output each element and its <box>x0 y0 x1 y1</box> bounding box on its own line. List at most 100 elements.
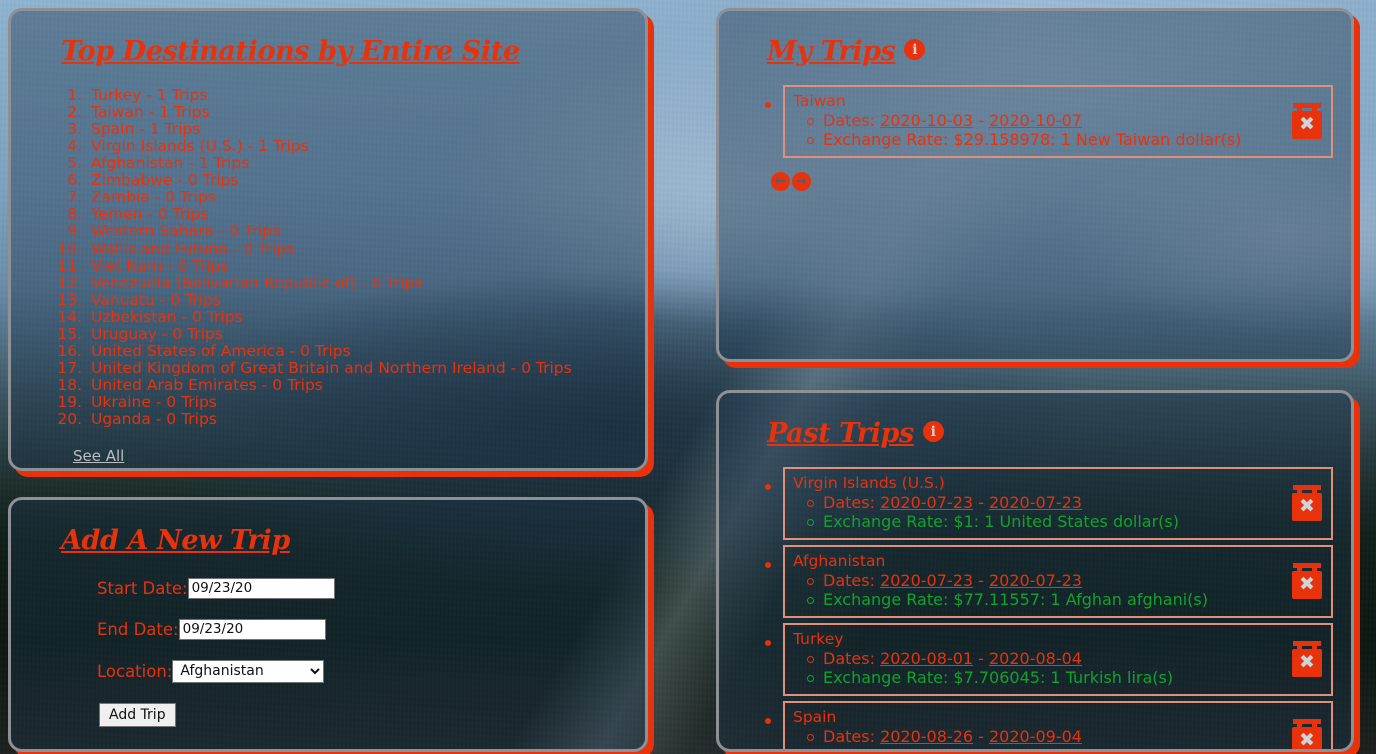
trip-exchange-rate: Exchange Rate: $7.706045: 1 Turkish lira… <box>807 668 1323 688</box>
trip-end-date-link[interactable]: 2020-07-23 <box>989 571 1082 590</box>
trip-details: Dates: 2020-08-26 - 2020-09-04Exchange R… <box>807 726 1323 749</box>
trip-start-date-link[interactable]: 2020-10-03 <box>880 111 973 130</box>
add-trip-form: Start Date: End Date: Location: Afghanis… <box>97 577 627 727</box>
destination-item: Uruguay - 0 Trips <box>87 325 627 343</box>
trip-details: Dates: 2020-07-23 - 2020-07-23 Exchange R… <box>807 570 1323 610</box>
trip-exchange-rate: Exchange Rate: $29.158978: 1 New Taiwan … <box>807 130 1323 150</box>
my-trips-title: My Trips <box>767 36 896 67</box>
dates-label: Dates: <box>823 110 881 130</box>
calendar-body: ✖ <box>1292 111 1322 140</box>
trip-start-date-link[interactable]: 2020-08-26 <box>880 727 973 746</box>
end-date-label: End Date: <box>97 619 179 639</box>
past-trips-panel: Past Trips i Virgin Islands (U.S.) Dates:… <box>716 390 1354 752</box>
dates-label: Dates: <box>823 726 881 746</box>
trip-details: Dates: 2020-10-03 - 2020-10-07 Exchange R… <box>807 110 1323 150</box>
info-icon[interactable]: i <box>922 421 944 443</box>
calendar-top-bar <box>1293 103 1321 109</box>
trip-end-date-link[interactable]: 2020-07-23 <box>989 493 1082 512</box>
top-destinations-panel: Top Destinations by Entire Site Turkey -… <box>8 8 648 471</box>
add-trip-panel: Add A New Trip Start Date: End Date: Loc… <box>8 497 648 752</box>
calendar-delete-icon[interactable]: ✖ <box>1290 641 1324 678</box>
destination-item: Uzbekistan - 0 Trips <box>87 308 627 326</box>
location-label: Location: <box>97 661 173 681</box>
trip-start-date-link[interactable]: 2020-07-23 <box>880 493 973 512</box>
calendar-body: ✖ <box>1292 649 1322 678</box>
destination-item: Taiwan - 1 Trips <box>87 103 627 121</box>
my-trips-pagination: ← → <box>771 171 1333 191</box>
trip-dates: Dates: 2020-10-03 - 2020-10-07 <box>807 110 1323 131</box>
trip-list-item: Afghanistan Dates: 2020-07-23 - 2020-07-2… <box>765 544 1333 618</box>
trip-list-item: SpainDates: 2020-08-26 - 2020-09-04Excha… <box>765 700 1333 749</box>
destination-item: Zambia - 0 Trips <box>87 189 627 206</box>
trip-dates: Dates: 2020-08-01 - 2020-08-04 <box>807 648 1323 669</box>
trip-dates: Dates: 2020-07-23 - 2020-07-23 <box>807 492 1323 513</box>
destination-item: Afghanistan - 1 Trips <box>87 154 627 172</box>
destination-item: Uganda - 0 Trips <box>87 411 627 428</box>
date-separator: - <box>973 648 989 668</box>
trip-exchange-rate: Exchange Rate: $77.11557: 1 Afghan afgha… <box>807 590 1323 610</box>
end-date-row: End Date: <box>97 618 627 640</box>
add-trip-button[interactable]: Add Trip <box>99 702 176 727</box>
location-row: Location: Afghanistan <box>97 659 627 683</box>
trip-start-date-link[interactable]: 2020-08-01 <box>880 649 973 668</box>
dates-label: Dates: <box>823 492 881 512</box>
trip-card: Virgin Islands (U.S.) Dates: 2020-07-23 -… <box>783 466 1333 540</box>
trip-dates: Dates: 2020-08-26 - 2020-09-04 <box>807 726 1323 747</box>
trip-end-date-link[interactable]: 2020-09-04 <box>989 727 1082 746</box>
trip-dates: Dates: 2020-07-23 - 2020-07-23 <box>807 570 1323 591</box>
calendar-delete-icon[interactable]: ✖ <box>1290 485 1324 522</box>
start-date-row: Start Date: <box>97 577 627 599</box>
trip-card: Afghanistan Dates: 2020-07-23 - 2020-07-2… <box>783 544 1333 618</box>
calendar-body: ✖ <box>1292 493 1322 522</box>
destination-item: Virgin Islands (U.S.) - 1 Trips <box>87 137 627 155</box>
destination-item: Western Sahara - 0 Trips <box>87 223 627 240</box>
start-date-label: Start Date: <box>97 578 188 598</box>
trip-details: Dates: 2020-07-23 - 2020-07-23 Exchange R… <box>807 492 1323 532</box>
location-select[interactable]: Afghanistan <box>172 659 325 683</box>
trip-list-item: Taiwan Dates: 2020-10-03 - 2020-10-07 Exch… <box>765 84 1333 158</box>
add-trip-title: Add A New Trip <box>61 525 290 556</box>
past-trips-list: Virgin Islands (U.S.) Dates: 2020-07-23 -… <box>765 466 1333 749</box>
trip-card: Turkey Dates: 2020-08-01 - 2020-08-04 Exch… <box>783 622 1333 696</box>
destination-item: United Kingdom of Great Britain and Nort… <box>87 360 627 377</box>
calendar-delete-icon[interactable]: ✖ <box>1290 563 1324 600</box>
destination-item: Spain - 1 Trips <box>87 120 627 138</box>
my-trips-header: My Trips i <box>737 25 1333 67</box>
calendar-body: ✖ <box>1292 571 1322 600</box>
past-trips-header: Past Trips i <box>737 407 1333 449</box>
destination-item: Vanuatu - 0 Trips <box>87 291 627 309</box>
destination-item: Turkey - 1 Trips <box>87 86 627 104</box>
destination-item: Venezuela (Bolivarian Republic of) - 0 T… <box>87 274 627 292</box>
my-trips-panel: My Trips i Taiwan Dates: 2020-10-03 - 202… <box>716 8 1354 362</box>
trip-country: Afghanistan <box>793 551 886 570</box>
trip-end-date-link[interactable]: 2020-10-07 <box>989 111 1082 130</box>
start-date-input[interactable] <box>187 577 335 599</box>
calendar-body: ✖ <box>1292 727 1322 749</box>
see-all-link[interactable]: See All <box>73 447 124 465</box>
prev-page-icon[interactable]: ← <box>771 171 790 191</box>
calendar-top-bar <box>1293 719 1321 725</box>
info-icon[interactable]: i <box>904 39 926 61</box>
destination-item: Wallis and Futuna - 0 Trips <box>87 240 627 258</box>
trip-end-date-link[interactable]: 2020-08-04 <box>989 649 1082 668</box>
calendar-top-bar <box>1293 563 1321 569</box>
trip-country: Spain <box>793 707 837 726</box>
calendar-delete-icon[interactable]: ✖ <box>1290 719 1324 749</box>
end-date-input[interactable] <box>178 618 326 640</box>
trip-list-item: Turkey Dates: 2020-08-01 - 2020-08-04 Exch… <box>765 622 1333 696</box>
dates-label: Dates: <box>823 570 881 590</box>
calendar-top-bar <box>1293 485 1321 491</box>
destination-item: United Arab Emirates - 0 Trips <box>87 377 627 394</box>
destination-item: Viet Nam - 0 Trips <box>87 257 627 275</box>
date-separator: - <box>973 726 989 746</box>
destination-item: Zimbabwe - 0 Trips <box>87 172 627 189</box>
top-destinations-title: Top Destinations by Entire Site <box>61 36 520 67</box>
calendar-delete-icon[interactable]: ✖ <box>1290 103 1324 140</box>
trip-exchange-rate: Exchange Rate: $0.856225: 1 Euro(s) <box>823 746 1323 749</box>
past-trips-title: Past Trips <box>767 418 914 449</box>
my-trips-list: Taiwan Dates: 2020-10-03 - 2020-10-07 Exch… <box>765 84 1333 158</box>
dates-label: Dates: <box>823 648 881 668</box>
top-destinations-list: Turkey - 1 TripsTaiwan - 1 TripsSpain - … <box>87 86 627 429</box>
next-page-icon[interactable]: → <box>792 171 811 191</box>
trip-start-date-link[interactable]: 2020-07-23 <box>880 571 973 590</box>
